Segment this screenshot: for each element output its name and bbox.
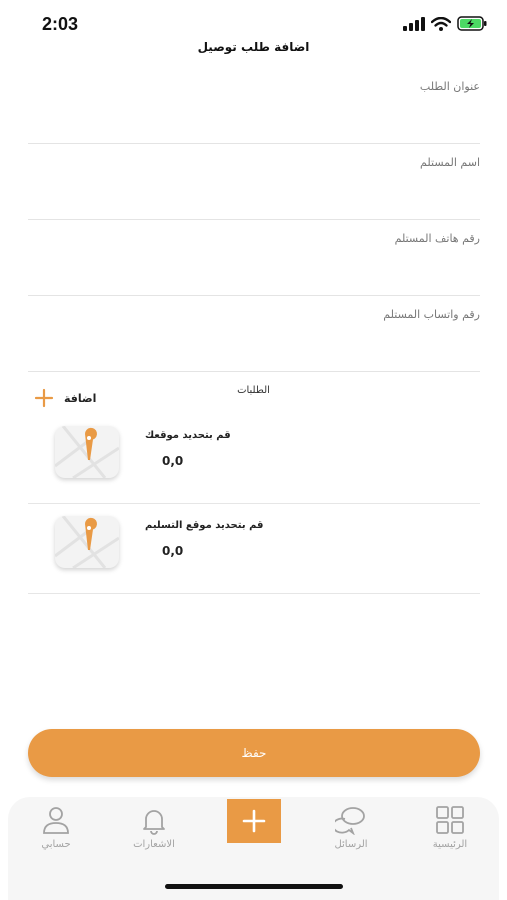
nav-label-account: حسابي — [41, 839, 71, 850]
home-indicator — [165, 884, 343, 889]
map-pin-icon[interactable] — [55, 426, 119, 478]
nav-add-button[interactable] — [227, 799, 281, 843]
user-icon — [43, 807, 69, 834]
nav-item-messages[interactable]: الرسائل — [311, 805, 391, 850]
status-time: 2:03 — [42, 14, 79, 34]
recipient-name-input[interactable] — [28, 180, 480, 208]
wifi-icon — [431, 16, 451, 31]
order-address-input[interactable] — [28, 104, 480, 132]
battery-charging-icon — [457, 16, 487, 31]
pickup-location-row[interactable]: قم بتحديد موقعك 0,0 — [28, 414, 480, 504]
nav-item-account[interactable]: حسابي — [16, 805, 96, 850]
recipient-whatsapp-field: رقم واتساب المستلم — [28, 296, 480, 372]
delivery-location-row[interactable]: قم بتحديد موقع التسليم 0,0 — [28, 504, 480, 594]
add-order-button[interactable]: اضافة — [34, 388, 96, 408]
save-button-label: حفظ — [241, 746, 267, 760]
order-address-label: عنوان الطلب — [419, 80, 480, 93]
recipient-name-field: اسم المستلم — [28, 144, 480, 220]
nav-item-notifications[interactable]: الاشعارات — [114, 805, 194, 850]
recipient-phone-input[interactable] — [28, 256, 480, 284]
save-button[interactable]: حفظ — [28, 729, 480, 777]
pickup-location-title: قم بتحديد موقعك — [145, 430, 231, 441]
nav-label-home: الرئيسية — [432, 839, 468, 850]
chat-icon — [335, 807, 365, 835]
plus-icon — [242, 809, 266, 833]
recipient-phone-field: رقم هاتف المستلم — [28, 220, 480, 296]
bell-icon — [143, 810, 165, 835]
nav-label-messages: الرسائل — [334, 839, 368, 850]
pickup-location-value: 0,0 — [162, 454, 184, 468]
recipient-phone-label: رقم هاتف المستلم — [394, 232, 480, 245]
order-address-field: عنوان الطلب — [28, 68, 480, 144]
delivery-location-title: قم بتحديد موقع التسليم — [145, 520, 264, 531]
recipient-whatsapp-label: رقم واتساب المستلم — [383, 308, 480, 321]
grid-icon — [436, 806, 464, 834]
status-icons — [403, 16, 487, 31]
recipient-whatsapp-input[interactable] — [28, 332, 480, 360]
delivery-location-value: 0,0 — [162, 544, 184, 558]
nav-label-notifications: الاشعارات — [133, 839, 175, 850]
plus-icon — [34, 388, 54, 408]
nav-item-home[interactable]: الرئيسية — [410, 805, 490, 850]
map-pin-icon[interactable] — [55, 516, 119, 568]
signal-icon — [403, 16, 425, 31]
add-order-label: اضافة — [64, 391, 97, 405]
page-title: اضافة طلب توصيل — [197, 40, 310, 54]
recipient-name-label: اسم المستلم — [420, 156, 480, 169]
